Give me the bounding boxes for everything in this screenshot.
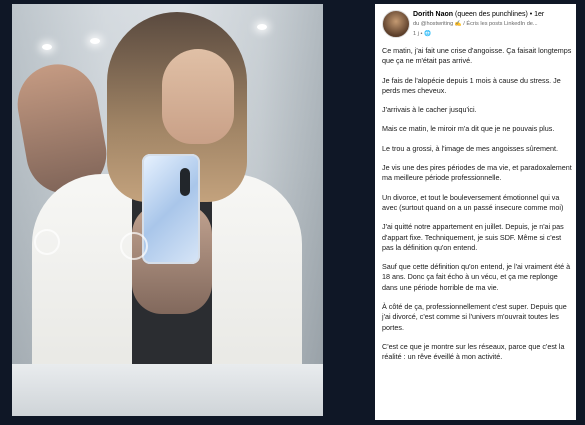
post-paragraph: À côté de ça, professionnellement c'est … — [382, 302, 567, 332]
ceiling-light — [257, 24, 267, 30]
phone-camera — [180, 168, 190, 196]
post-header: Dorith Naon (queen des punchlines) • 1er… — [375, 4, 576, 42]
post-paragraph: Le trou a grossi, à l'image de mes angoi… — [382, 143, 558, 153]
photo-phone — [142, 154, 200, 264]
post-paragraph: J'arrivais à le cacher jusqu'ici. — [382, 105, 477, 115]
post-paragraph: Mais ce matin, le miroir m'a dit que je … — [382, 124, 555, 134]
post-body: Ce matin, j'ai fait une crise d'angoisse… — [382, 46, 572, 372]
ceiling-light — [90, 38, 100, 44]
connection-degree: • 1er — [529, 11, 545, 18]
ceiling-light — [42, 44, 52, 50]
post-paragraph: C'est ce que je montre sur les réseaux, … — [382, 341, 565, 362]
post-paragraph: Ce matin, j'ai fait une crise d'angoisse… — [382, 46, 572, 66]
photo-face — [162, 49, 234, 144]
author-tagline: (queen des punchlines) — [455, 11, 528, 18]
scroll-fade — [375, 412, 576, 420]
author-line[interactable]: Dorith Naon (queen des punchlines) • 1er — [413, 11, 544, 18]
reflection-ring — [120, 232, 148, 260]
photo-sink — [12, 364, 323, 416]
post-photo[interactable] — [12, 4, 323, 416]
post-paragraph: Je vis une des pires périodes de ma vie,… — [382, 163, 572, 183]
reflection-ring — [34, 229, 60, 255]
post-paragraph: Je fais de l'alopécie depuis 1 mois à ca… — [382, 75, 561, 95]
author-name[interactable]: Dorith Naon — [413, 11, 453, 18]
author-headline: du @hostwriting ✍️ / Écris les posts Lin… — [413, 21, 538, 27]
avatar[interactable] — [382, 10, 410, 38]
post-paragraph: Un divorce, et tout le bouleversement ém… — [382, 192, 564, 212]
post-paragraph: Sauf que cette définition qu'on entend, … — [382, 262, 571, 292]
post-visibility: 1 j • 🌐 — [413, 31, 431, 37]
post-panel: Dorith Naon (queen des punchlines) • 1er… — [375, 4, 576, 420]
post-paragraph: J'ai quitté notre appartement en juillet… — [382, 222, 564, 252]
